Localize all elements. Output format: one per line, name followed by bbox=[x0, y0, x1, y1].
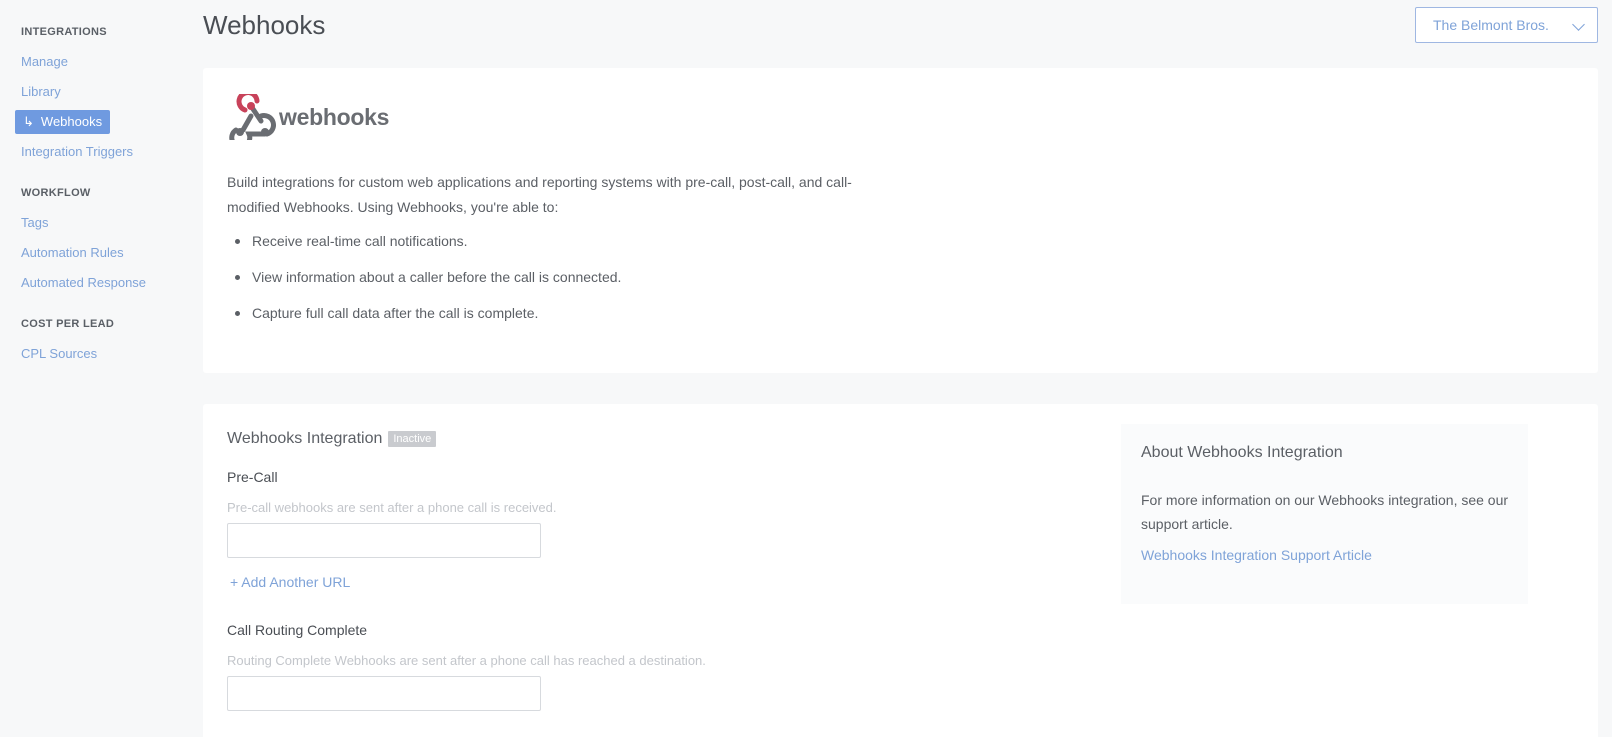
sidebar-section-integrations: INTEGRATIONS Manage Library ↳ Webhooks In… bbox=[0, 26, 190, 167]
sidebar-item-manage[interactable]: Manage bbox=[21, 47, 190, 77]
webhooks-logo-icon bbox=[229, 94, 276, 140]
add-another-url-link[interactable]: + Add Another URL bbox=[230, 574, 350, 590]
sidebar-section-title: COST PER LEAD bbox=[21, 318, 115, 330]
support-article-link[interactable]: Webhooks Integration Support Article bbox=[1141, 547, 1508, 563]
integration-card: Webhooks Integration Inactive Pre-Call P… bbox=[203, 404, 1598, 737]
feature-list: Receive real-time call notifications. Vi… bbox=[227, 223, 621, 331]
about-title: About Webhooks Integration bbox=[1141, 444, 1343, 461]
sidebar-item-label: Webhooks bbox=[40, 114, 103, 129]
sidebar-item-tags[interactable]: Tags bbox=[21, 208, 190, 238]
integration-title: Webhooks Integration Inactive bbox=[227, 430, 437, 448]
routing-label: Call Routing Complete bbox=[227, 622, 368, 638]
sidebar-section-workflow: WORKFLOW Tags Automation Rules Automated… bbox=[0, 187, 190, 298]
sidebar-item-automated-response[interactable]: Automated Response bbox=[21, 268, 190, 298]
account-name: The Belmont Bros. bbox=[1433, 17, 1549, 33]
routing-url-input[interactable] bbox=[227, 676, 541, 711]
about-text: For more information on our Webhooks int… bbox=[1141, 492, 1509, 532]
page-title: Webhooks bbox=[203, 10, 326, 40]
intro-description: Build integrations for custom web applic… bbox=[227, 174, 852, 215]
return-arrow-icon: ↳ bbox=[23, 114, 34, 129]
sidebar-section-title: INTEGRATIONS bbox=[21, 26, 107, 38]
sidebar-item-library[interactable]: Library bbox=[21, 77, 190, 107]
integration-title-text: Webhooks Integration bbox=[227, 430, 383, 447]
status-badge: Inactive bbox=[388, 431, 437, 447]
chevron-down-icon bbox=[1572, 18, 1585, 31]
routing-help: Routing Complete Webhooks are sent after… bbox=[227, 653, 706, 668]
precall-url-input[interactable] bbox=[227, 523, 541, 558]
account-select[interactable]: The Belmont Bros. bbox=[1415, 7, 1598, 43]
intro-card: webhooks Build integrations for custom w… bbox=[203, 68, 1598, 373]
precall-label: Pre-Call bbox=[227, 469, 278, 485]
sidebar-section-cost-per-lead: COST PER LEAD CPL Sources bbox=[0, 318, 190, 369]
sidebar-section-title: WORKFLOW bbox=[21, 187, 91, 199]
sidebar-item-automation-rules[interactable]: Automation Rules bbox=[21, 238, 190, 268]
sidebar-item-integration-triggers[interactable]: Integration Triggers bbox=[21, 137, 190, 167]
sidebar: INTEGRATIONS Manage Library ↳ Webhooks In… bbox=[0, 0, 190, 737]
list-item: Receive real-time call notifications. bbox=[227, 223, 621, 259]
list-item: View information about a caller before t… bbox=[227, 259, 621, 295]
logo-text: webhooks bbox=[279, 103, 390, 130]
webhooks-logo: webhooks bbox=[227, 94, 389, 140]
list-item: Capture full call data after the call is… bbox=[227, 295, 621, 331]
precall-help: Pre-call webhooks are sent after a phone… bbox=[227, 500, 557, 515]
sidebar-item-webhooks[interactable]: ↳ Webhooks bbox=[15, 110, 111, 134]
sidebar-item-cpl-sources[interactable]: CPL Sources bbox=[21, 339, 190, 369]
about-panel: About Webhooks Integration For more info… bbox=[1121, 424, 1528, 604]
